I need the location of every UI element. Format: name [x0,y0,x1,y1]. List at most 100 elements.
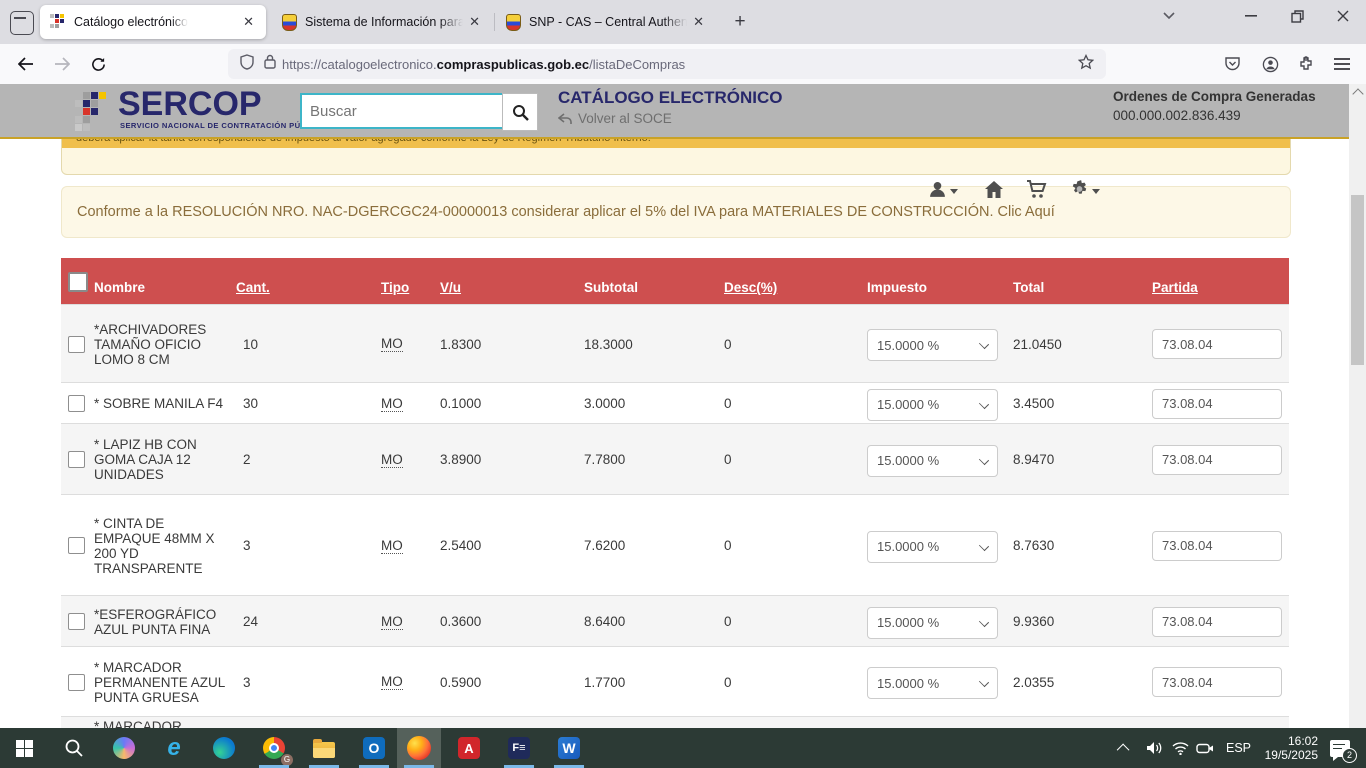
word-icon[interactable]: W [547,728,591,768]
url-bar[interactable]: https://catalogoelectronico.compraspubli… [228,49,1106,79]
hamburger-menu-icon[interactable] [1328,50,1356,78]
row-checkbox[interactable] [68,647,85,717]
impuesto-select[interactable]: 15.0000 % [867,607,998,639]
chrome-icon[interactable]: G [252,728,296,768]
search-box[interactable] [300,93,504,129]
sercop-logo-icon[interactable] [75,92,115,132]
cell-cant: 3 [243,647,251,717]
pocket-icon[interactable] [1218,50,1246,78]
window-close-button[interactable] [1320,0,1366,32]
cell-total: 21.0450 [1013,305,1062,383]
tray-chevron-icon[interactable] [1120,728,1129,768]
chevron-down-icon [979,454,989,464]
chevron-down-icon [979,677,989,687]
search-input[interactable] [302,103,502,120]
window-restore-button[interactable] [1274,0,1320,32]
col-tipo[interactable]: Tipo [381,280,409,295]
page-scrollbar[interactable] [1349,84,1366,728]
col-desc[interactable]: Desc(%) [724,280,777,295]
tab-close-icon[interactable]: ✕ [689,12,708,32]
cell-tipo[interactable]: MO [381,647,403,717]
cell-tipo[interactable]: MO [381,305,403,383]
sercop-wordmark[interactable]: SERCOP [118,86,262,122]
cell-cant: 2 [243,424,251,495]
url-text: https://catalogoelectronico.compraspubli… [282,57,685,72]
resolution-notice[interactable]: Conforme a la RESOLUCIÓN NRO. NAC-DGERCG… [61,186,1291,238]
firefox-icon[interactable] [397,728,441,768]
window-minimize-button[interactable] [1228,0,1274,32]
taskbar-search-icon[interactable] [52,728,96,768]
impuesto-select[interactable]: 15.0000 % [867,329,998,361]
acrobat-icon[interactable]: A [447,728,491,768]
tab-sistema-informacion[interactable]: Sistema de Información para lo ✕ [272,5,492,39]
tab-catalogo-electronico[interactable]: Catálogo electrónico ✕ [40,5,266,39]
settings-gear-icon[interactable] [1070,180,1100,199]
impuesto-select[interactable]: 15.0000 % [867,389,998,421]
scrollbar-thumb[interactable] [1351,195,1364,365]
table-row: * SOBRE MANILA F4 30 MO 0.1000 3.0000 0 … [61,382,1289,424]
copilot-icon[interactable] [102,728,146,768]
tab-snp-cas[interactable]: SNP - CAS – Central Authentica ✕ [496,5,716,39]
return-arrow-icon [558,113,573,125]
forward-icon[interactable] [48,50,76,78]
col-partida[interactable]: Partida [1152,280,1198,295]
windows-taskbar: e G O A F≡ W ESP 16:0219/5/2025 2 [0,728,1366,768]
search-button[interactable] [502,93,538,131]
clock[interactable]: 16:0219/5/2025 [1262,728,1318,768]
impuesto-select[interactable]: 15.0000 % [867,667,998,699]
file-explorer-icon[interactable] [302,728,346,768]
language-indicator[interactable]: ESP [1226,728,1251,768]
col-vu[interactable]: V/u [440,280,461,295]
impuesto-select[interactable]: 15.0000 % [867,445,998,477]
partida-input[interactable] [1152,329,1282,359]
col-total: Total [1013,280,1044,295]
account-icon[interactable] [1256,50,1284,78]
home-icon[interactable] [984,180,1004,199]
firefox-view-icon[interactable] [10,11,34,35]
meet-now-icon[interactable] [1196,728,1214,768]
partida-input[interactable] [1152,531,1282,561]
lock-icon[interactable] [264,54,276,74]
list-tabs-icon[interactable] [1146,0,1192,32]
volume-icon[interactable] [1146,728,1163,768]
edge-icon[interactable] [202,728,246,768]
notification-center-icon[interactable]: 2 [1330,728,1350,768]
fes-app-icon[interactable]: F≡ [497,728,541,768]
cell-tipo[interactable]: MO [381,424,403,495]
new-tab-button[interactable]: + [728,10,752,34]
resolution-notice-text[interactable]: Conforme a la RESOLUCIÓN NRO. NAC-DGERCG… [77,204,1055,220]
wifi-icon[interactable] [1172,728,1189,768]
tab-close-icon[interactable]: ✕ [239,12,258,32]
tab-close-icon[interactable]: ✕ [465,12,484,32]
row-checkbox[interactable] [68,424,85,495]
internet-explorer-icon[interactable]: e [152,728,196,768]
partida-input[interactable] [1152,607,1282,637]
extensions-puzzle-icon[interactable] [1292,50,1320,78]
cart-icon[interactable] [1026,180,1047,199]
select-all-checkbox[interactable] [68,272,88,292]
cell-cant: 3 [243,495,251,596]
back-icon[interactable] [12,50,40,78]
bookmark-star-icon[interactable] [1078,54,1094,75]
partida-input[interactable] [1152,667,1282,697]
reload-icon[interactable] [84,50,112,78]
row-checkbox[interactable] [68,383,85,424]
outlook-icon[interactable]: O [352,728,396,768]
cell-tipo[interactable]: MO [381,383,403,424]
table-header-row: Nombre Cant. Tipo V/u Subtotal Desc(%) I… [61,258,1289,304]
row-checkbox[interactable] [68,495,85,596]
user-menu-icon[interactable] [928,180,958,199]
page-title: CATÁLOGO ELECTRÓNICO [558,88,782,108]
col-cant[interactable]: Cant. [236,280,270,295]
volver-al-soce-link[interactable]: Volver al SOCE [558,111,672,126]
cell-tipo[interactable]: MO [381,596,403,647]
row-checkbox[interactable] [68,596,85,647]
cell-tipo[interactable]: MO [381,495,403,596]
scrollbar-up-arrow[interactable] [1352,88,1363,99]
partida-input[interactable] [1152,445,1282,475]
partida-input[interactable] [1152,389,1282,419]
impuesto-select[interactable]: 15.0000 % [867,531,998,563]
tracking-shield-icon[interactable] [240,54,254,75]
start-button[interactable] [2,728,46,768]
row-checkbox[interactable] [68,305,85,383]
